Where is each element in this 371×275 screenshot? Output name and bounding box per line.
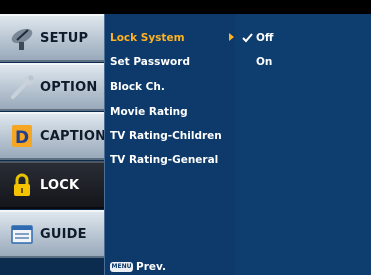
caption-icon: D xyxy=(12,125,32,148)
tab-guide[interactable]: GUIDE xyxy=(0,210,104,258)
tab-option-label: OPTION xyxy=(40,79,98,95)
tab-caption[interactable]: D CAPTION xyxy=(0,112,107,160)
menu-item-movie-rating[interactable]: Movie Rating xyxy=(110,104,235,120)
checkmark-icon xyxy=(242,33,253,43)
tab-caption-label: CAPTION xyxy=(40,128,107,144)
tab-guide-label: GUIDE xyxy=(40,226,87,242)
option-off[interactable]: Off xyxy=(256,30,273,46)
option-on[interactable]: On xyxy=(256,54,272,70)
guide-icon xyxy=(11,225,33,244)
menu-item-set-password[interactable]: Set Password xyxy=(110,54,235,70)
tab-column: SETUP OPTION D CAPTION LOCK GUIDE xyxy=(0,14,107,275)
menu-item-tv-rating-children[interactable]: TV Rating-Children xyxy=(110,128,235,144)
menu-item-tv-rating-general[interactable]: TV Rating-General xyxy=(110,152,235,168)
padlock-icon xyxy=(14,173,30,196)
tab-setup[interactable]: SETUP xyxy=(0,14,104,62)
prev-label[interactable]: Prev. xyxy=(136,261,166,273)
menu-key-icon: MENU xyxy=(110,261,133,272)
svg-text:D: D xyxy=(15,128,29,148)
tab-option[interactable]: OPTION xyxy=(0,63,104,111)
menu-item-block-ch[interactable]: Block Ch. xyxy=(110,79,235,95)
tab-lock[interactable]: LOCK xyxy=(0,161,104,209)
satellite-dish-icon xyxy=(11,28,33,50)
wrench-icon xyxy=(11,75,34,99)
tab-setup-label: SETUP xyxy=(40,30,89,46)
lock-menu-screen: SETUP OPTION D CAPTION LOCK GUIDE Lock S… xyxy=(0,0,371,275)
tab-lock-label: LOCK xyxy=(40,177,80,193)
menu-item-lock-system[interactable]: Lock System xyxy=(110,30,235,46)
footer-bar: MENU Prev. xyxy=(104,258,235,275)
submenu-arrow-icon xyxy=(229,33,234,41)
